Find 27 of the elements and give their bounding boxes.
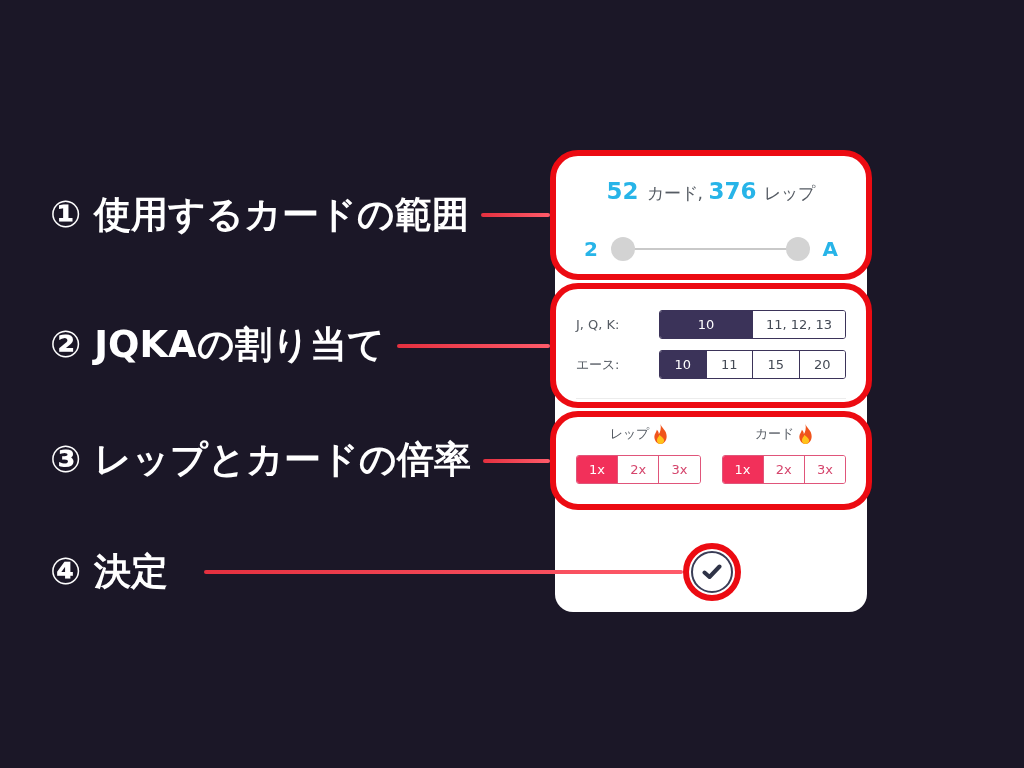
- group-title: カード: [755, 425, 795, 443]
- segment-button[interactable]: 10: [660, 311, 752, 338]
- slider-thumb[interactable]: [785, 237, 810, 261]
- slider-end-label: A: [822, 237, 838, 261]
- connector-line: [483, 458, 550, 463]
- row-label: J, Q, K:: [576, 317, 621, 332]
- slider-thumb[interactable]: [610, 237, 635, 261]
- segment-button[interactable]: 11, 12, 13: [752, 311, 845, 338]
- segment-button[interactable]: 10: [660, 351, 706, 378]
- row-label: エース:: [576, 355, 621, 374]
- slider-end-label: 2: [584, 237, 598, 261]
- connector-line: [481, 213, 550, 217]
- check-icon: [702, 564, 722, 580]
- segment-button[interactable]: 20: [798, 351, 845, 378]
- group-title: レップ: [609, 425, 649, 443]
- count-summary: 52 カード, 376 レップ: [605, 177, 817, 206]
- segment-button[interactable]: 1x: [722, 456, 763, 483]
- segment-button[interactable]: 3x: [803, 456, 845, 483]
- callout-label: ② JQKAの割り当て: [50, 323, 385, 368]
- segment-button[interactable]: 1x: [577, 456, 618, 483]
- fire-icon: [653, 424, 667, 444]
- callout-label: ④ 決定: [50, 549, 169, 595]
- callout-label: ③ レップとカードの倍率: [50, 438, 472, 483]
- callout-label: ① 使用するカードの範囲: [50, 192, 470, 238]
- segment-button[interactable]: 3x: [658, 456, 700, 483]
- fire-icon: [799, 424, 813, 444]
- confirm-button[interactable]: [691, 551, 733, 593]
